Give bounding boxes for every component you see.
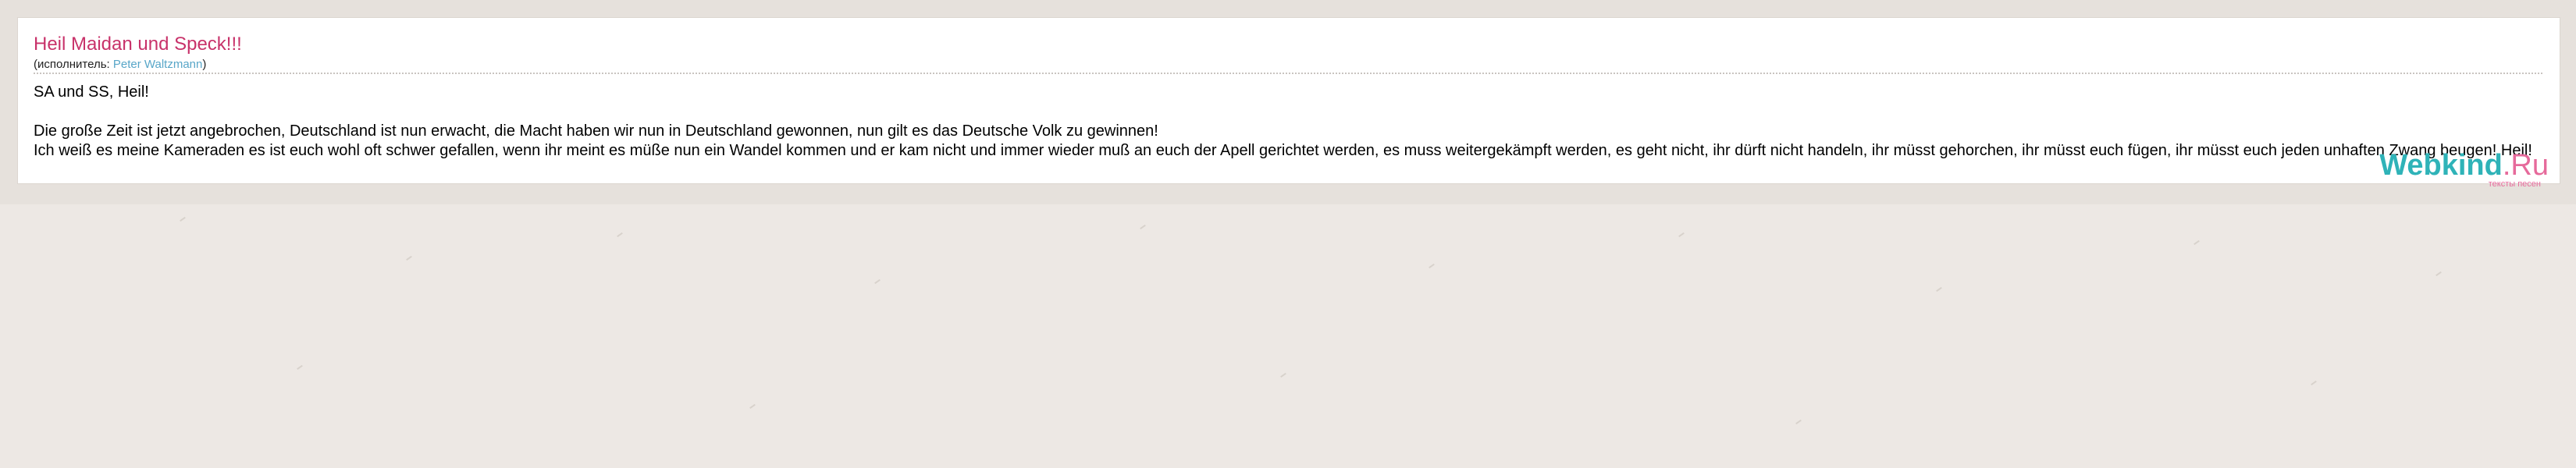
background-speck [1280, 372, 1286, 378]
lyrics-text: SA und SS, Heil! Die große Zeit ist jetz… [34, 83, 2532, 161]
lyrics-line [34, 102, 2532, 122]
background-speck [1936, 286, 1942, 292]
performer-line: (исполнитель: Peter Waltzmann) [34, 58, 206, 71]
background-speck [180, 216, 186, 222]
logo-main-text: Webkind [2379, 149, 2503, 182]
lyrics-line: Die große Zeit ist jetzt angebrochen, De… [34, 122, 1158, 140]
background-speck [406, 255, 412, 261]
lyrics-card: Heil Maidan und Speck!!! (исполнитель: P… [17, 17, 2560, 189]
divider [34, 73, 2542, 74]
background-speck [749, 403, 756, 410]
lyrics-line: SA und SS, Heil! [34, 83, 149, 101]
background-speck [1429, 263, 1435, 269]
lyrics-line: Ich weiß es meine Kameraden es ist euch … [34, 142, 2532, 159]
webkind-logo[interactable]: Webkind.Ru тексты песен [2379, 151, 2549, 189]
background-speck [1795, 419, 1802, 425]
background-speck [2435, 271, 2442, 277]
background-speck [617, 232, 623, 238]
performer-suffix: ) [202, 58, 207, 71]
performer-prefix: (исполнитель: [34, 58, 113, 71]
song-title: Heil Maidan und Speck!!! [34, 34, 242, 55]
background-speck [1140, 224, 1146, 230]
performer-link[interactable]: Peter Waltzmann [113, 58, 203, 71]
logo-suffix: .Ru [2502, 149, 2549, 182]
background-speck [2194, 239, 2200, 246]
logo-wordmark: Webkind.Ru [2379, 151, 2549, 180]
background-speck [297, 364, 303, 370]
background-speck [2311, 380, 2317, 386]
background-speck [874, 278, 881, 285]
background-speck [1678, 232, 1685, 238]
